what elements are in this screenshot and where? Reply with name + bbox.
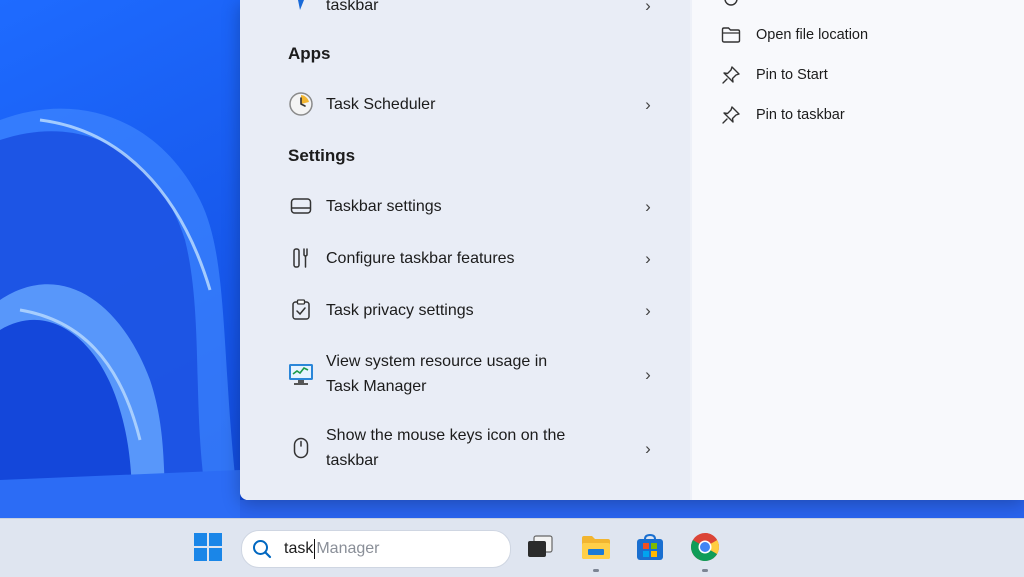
chevron-right-icon: › [645,196,651,216]
chevron-right-icon: › [645,300,651,320]
tools-icon [288,245,314,271]
action-pin-to-taskbar[interactable]: Pin to taskbar [720,104,845,126]
task-view-button[interactable] [522,531,558,567]
search-panel: taskbar › Apps Task Scheduler › Settings [240,0,1024,500]
result-item-label: taskbar [326,0,379,14]
action-item-partial[interactable] [720,0,756,10]
action-label: Pin to taskbar [756,107,845,123]
section-header-settings: Settings [288,146,356,165]
mouse-icon [288,435,314,461]
running-indicator [593,569,599,572]
result-item-taskbar-partial[interactable]: taskbar › [280,0,668,18]
result-item-label-line2: Task Manager [326,378,427,395]
result-item-label-line1: View system resource usage in [326,353,548,370]
microsoft-store-icon [635,532,665,567]
taskbar-search-box[interactable]: task Manager [241,530,511,568]
taskbar: task Manager [0,518,1024,577]
monitor-icon [288,361,314,387]
file-explorer-button[interactable] [578,531,614,567]
shield-icon [720,0,742,10]
action-pin-to-start[interactable]: Pin to Start [720,64,828,86]
result-item-label-line1: Show the mouse keys icon on the [326,427,566,444]
result-item-configure-taskbar-features[interactable]: Configure taskbar features › [280,245,668,271]
taskbar-icon [288,193,314,219]
chevron-right-icon: › [645,94,651,114]
running-indicator [702,569,708,572]
result-item-label: Configure taskbar features [326,249,515,267]
chevron-right-icon: › [645,0,651,15]
result-item-view-system-resource-usage[interactable]: View system resource usage in Task Manag… [280,349,668,399]
result-item-label: Task privacy settings [326,301,474,319]
microsoft-store-button[interactable] [632,531,668,567]
chrome-button[interactable] [687,531,723,567]
result-item-label: Task Scheduler [326,95,436,113]
result-item-task-privacy-settings[interactable]: Task privacy settings › [280,297,668,323]
section-header-apps: Apps [288,44,331,63]
app-icon [288,0,314,18]
chevron-right-icon: › [645,438,651,458]
clock-icon [288,91,314,117]
result-item-label-line2: taskbar [326,452,379,469]
search-suggestion-text: Manager [316,540,380,557]
result-item-taskbar-settings[interactable]: Taskbar settings › [280,193,668,219]
result-item-label: Taskbar settings [326,197,442,215]
search-typed-text: task [284,540,314,557]
start-icon [193,532,223,567]
text-caret [314,539,316,559]
action-label: Pin to Start [756,67,828,83]
folder-icon [720,24,742,46]
action-open-file-location[interactable]: Open file location [720,24,868,46]
start-button[interactable] [190,531,226,567]
pin-icon [720,64,742,86]
chrome-icon [689,531,721,568]
file-explorer-icon [580,533,612,566]
search-results-list: taskbar › Apps Task Scheduler › Settings [240,0,690,500]
chevron-right-icon: › [645,364,651,384]
result-item-task-scheduler[interactable]: Task Scheduler › [280,91,668,117]
task-view-icon [526,534,554,565]
chevron-right-icon: › [645,248,651,268]
pin-icon [720,104,742,126]
result-item-show-mouse-keys-icon[interactable]: Show the mouse keys icon on the taskbar … [280,423,668,473]
clipboard-check-icon [288,297,314,323]
action-label: Open file location [756,27,869,43]
search-icon [252,538,274,560]
